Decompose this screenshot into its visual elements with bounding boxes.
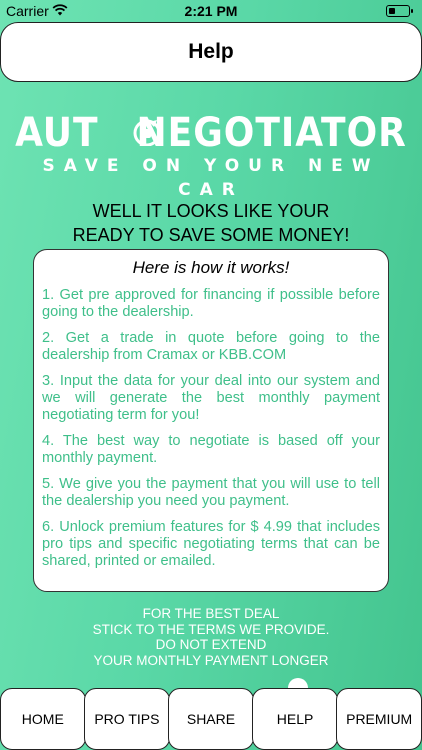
step-1: 1. Get pre approved for financing if pos… [42, 287, 380, 320]
headline-line-1: WELL IT LOOKS LIKE YOUR [92, 201, 330, 221]
tab-home[interactable]: HOME [0, 688, 86, 750]
tab-share[interactable]: SHARE [168, 688, 254, 750]
status-bar: Carrier 2:21 PM [0, 0, 422, 22]
step-5: 5. We give you the payment that you will… [42, 476, 380, 509]
advice-line-1: FOR THE BEST DEAL [142, 606, 280, 621]
step-4: 4. The best way to negotiate is based of… [42, 433, 380, 466]
advice-line-2: STICK TO THE TERMS WE PROVIDE. [92, 621, 330, 637]
how-it-works-card: Here is how it works! 1. Get pre approve… [33, 249, 389, 592]
step-6: 6. Unlock premium features for $ 4.99 th… [42, 519, 380, 569]
page-title: Help [188, 40, 234, 63]
status-time: 2:21 PM [184, 3, 238, 19]
headline-line-2: READY TO SAVE SOME MONEY! [72, 225, 350, 245]
tab-bar: HOME PRO TIPS SHARE HELP PREMIUM [0, 688, 422, 750]
step-2: 2. Get a trade in quote before going to … [42, 330, 380, 363]
tab-help[interactable]: HELP [252, 688, 338, 750]
headline: WELL IT LOOKS LIKE YOUR READY TO SAVE SO… [0, 199, 422, 247]
header-bar: Help [0, 22, 422, 82]
tab-premium[interactable]: PREMIUM [336, 688, 422, 750]
card-title: Here is how it works! [132, 258, 290, 277]
logo-tagline: SAVE ON YOUR NEW CAR [42, 156, 380, 200]
logo-text-left: AUT [15, 110, 99, 156]
advice-text: FOR THE BEST DEAL STICK TO THE TERMS WE … [0, 606, 422, 668]
tab-pro-tips[interactable]: PRO TIPS [84, 688, 170, 750]
app-logo: AUT NEGOTIATOR SAVE ON YOUR NEW CAR [14, 110, 408, 200]
step-3: 3. Input the data for your deal into our… [42, 373, 380, 423]
battery-icon [386, 5, 413, 17]
advice-line-3: DO NOT EXTEND [155, 637, 267, 652]
logo-text-right: NEGOTIATOR [136, 110, 407, 156]
logo-wordmark: AUT NEGOTIATOR [14, 110, 408, 156]
hand-pointer-icon [133, 119, 161, 146]
advice-line-4: YOUR MONTHLY PAYMENT LONGER [93, 652, 329, 668]
